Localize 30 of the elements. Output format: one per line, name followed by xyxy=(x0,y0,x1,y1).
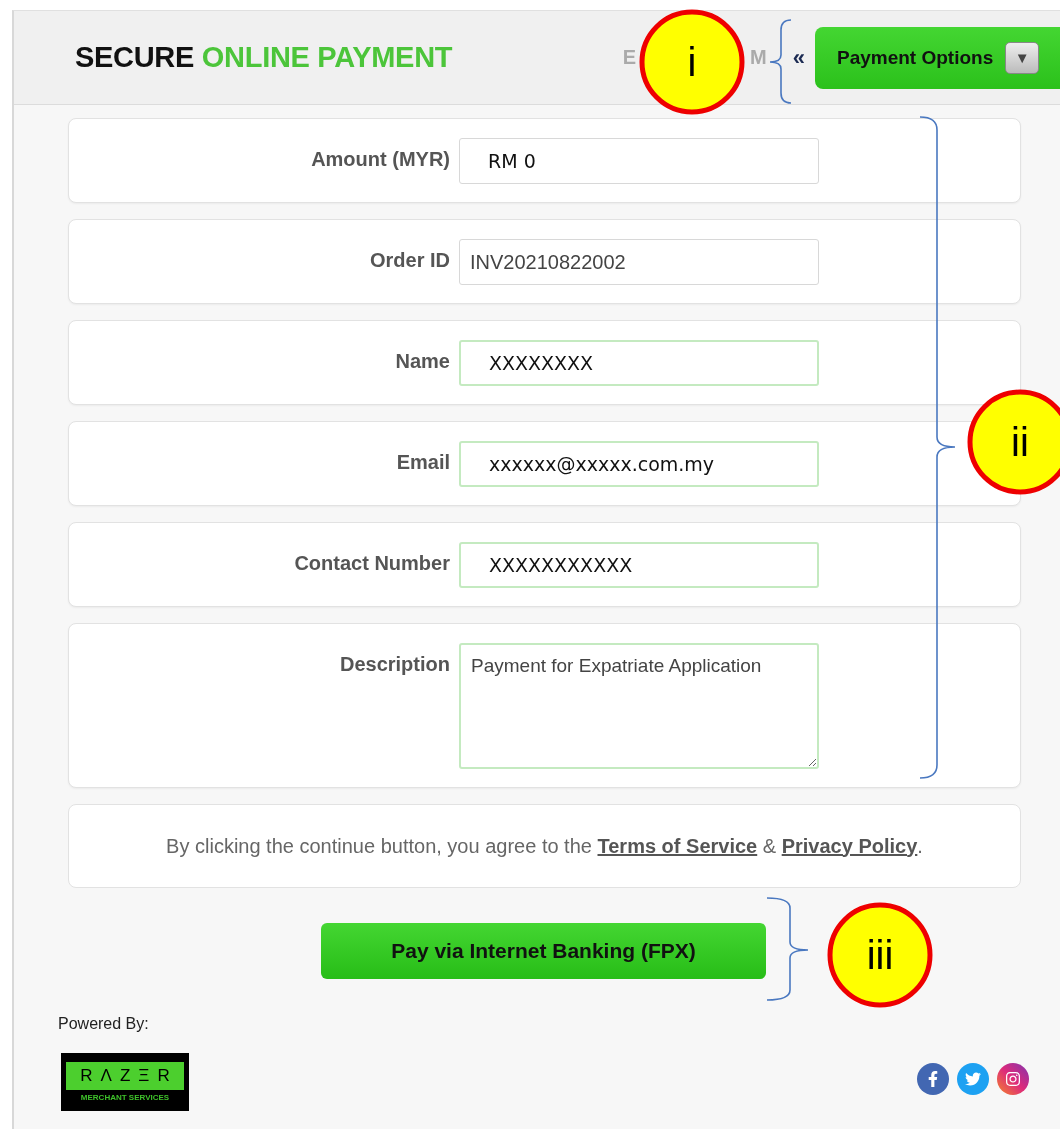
header-text: M xyxy=(750,46,767,69)
back-link[interactable]: « xyxy=(792,44,805,71)
annotation-marker: iii xyxy=(827,902,933,1008)
payment-options-button[interactable]: Payment Options ▼ xyxy=(815,26,1060,89)
field-label: Order ID xyxy=(368,248,450,273)
page-title: SECURE ONLINE PAYMENT xyxy=(75,41,453,74)
text-field[interactable]: xxxxxx@xxxxx.com.my xyxy=(459,441,819,487)
instagram-icon[interactable] xyxy=(997,1063,1029,1095)
header-text: E xyxy=(622,46,637,69)
pay-button[interactable]: Pay via Internet Banking (FPX) xyxy=(321,923,766,979)
facebook-icon[interactable] xyxy=(917,1063,949,1095)
terms-text: By clicking the continue button, you agree to the Terms of Service & Privacy Policy. xyxy=(166,834,923,858)
text-field[interactable]: INV20210822002 xyxy=(459,239,819,285)
privacy-link[interactable]: Privacy Policy xyxy=(781,834,918,857)
twitter-icon[interactable] xyxy=(957,1063,989,1095)
annotation-marker: i xyxy=(639,9,745,115)
text-field[interactable]: XXXXXXXXXXX xyxy=(459,542,819,588)
text-field[interactable]: RM 0 xyxy=(459,138,819,184)
merchant-logo: RΛZΞR MERCHANT SERVICES xyxy=(61,1053,189,1111)
terms-link[interactable]: Terms of Service xyxy=(597,834,758,857)
field-label: Amount (MYR) xyxy=(310,147,450,172)
caret-icon: ▼ xyxy=(1005,41,1040,74)
field-label: Contact Number xyxy=(293,551,450,576)
text-field[interactable]: XXXXXXXX xyxy=(459,340,819,386)
field-label: Email xyxy=(395,450,450,475)
field-label: Name xyxy=(394,349,450,374)
powered-by-text: Powered By: xyxy=(58,1015,150,1033)
text-area[interactable]: Payment for Expatriate Application xyxy=(459,643,819,769)
annotation-marker: ii xyxy=(967,389,1060,495)
field-label: Description xyxy=(338,652,450,677)
